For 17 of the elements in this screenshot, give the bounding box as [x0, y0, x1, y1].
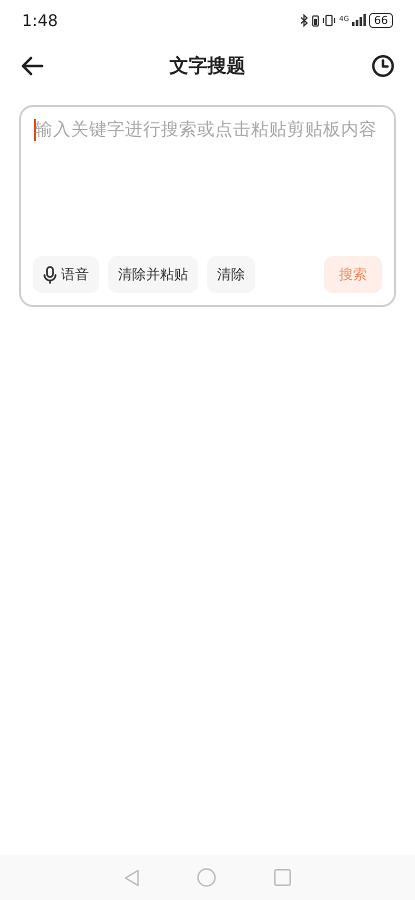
clock-icon[interactable]: [371, 54, 395, 78]
vibrate-icon: [322, 14, 336, 26]
recents-nav-icon[interactable]: [274, 869, 292, 886]
back-nav-icon[interactable]: [124, 868, 140, 886]
voice-button[interactable]: 语音: [33, 256, 99, 293]
text-cursor: [34, 119, 36, 141]
action-button[interactable]: 清除并粘贴: [108, 256, 198, 293]
home-nav-icon[interactable]: [197, 868, 216, 887]
battery-saver-icon: [312, 14, 320, 26]
microphone-icon: [43, 266, 57, 284]
bluetooth-icon: [300, 14, 310, 26]
signal-icon: [352, 14, 366, 26]
back-arrow-icon[interactable]: [20, 56, 44, 76]
battery-level: 66: [369, 12, 393, 28]
page-title: 文字搜题: [170, 54, 246, 79]
status-time: 1:48: [22, 10, 58, 30]
action-button[interactable]: 清除: [207, 256, 255, 293]
